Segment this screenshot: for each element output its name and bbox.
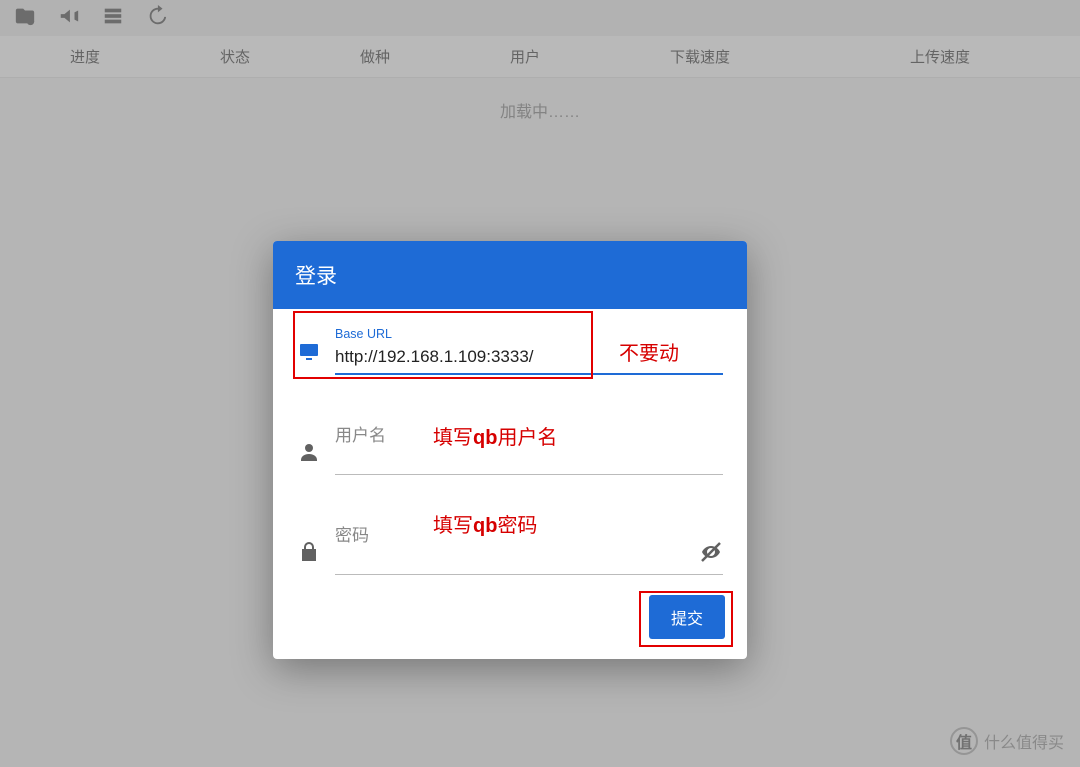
username-field: 用户名: [297, 421, 723, 475]
url-field: Base URL: [297, 327, 723, 375]
watermark: 值 什么值得买: [950, 727, 1064, 755]
lock-icon: [297, 540, 321, 569]
visibility-off-icon[interactable]: [699, 540, 723, 569]
watermark-text: 什么值得买: [984, 729, 1064, 753]
password-input[interactable]: [335, 548, 723, 575]
submit-button[interactable]: 提交: [649, 595, 725, 639]
username-label: 用户名: [335, 421, 723, 446]
dialog-title: 登录: [273, 241, 747, 309]
person-icon: [297, 440, 321, 469]
watermark-badge: 值: [950, 727, 978, 755]
url-label: Base URL: [335, 327, 723, 341]
password-label: 密码: [335, 521, 723, 546]
login-dialog: 登录 Base URL 用户名: [273, 241, 747, 659]
password-field: 密码: [297, 521, 723, 575]
username-input[interactable]: [335, 448, 723, 475]
monitor-icon: [297, 340, 321, 369]
url-input[interactable]: [335, 343, 723, 375]
